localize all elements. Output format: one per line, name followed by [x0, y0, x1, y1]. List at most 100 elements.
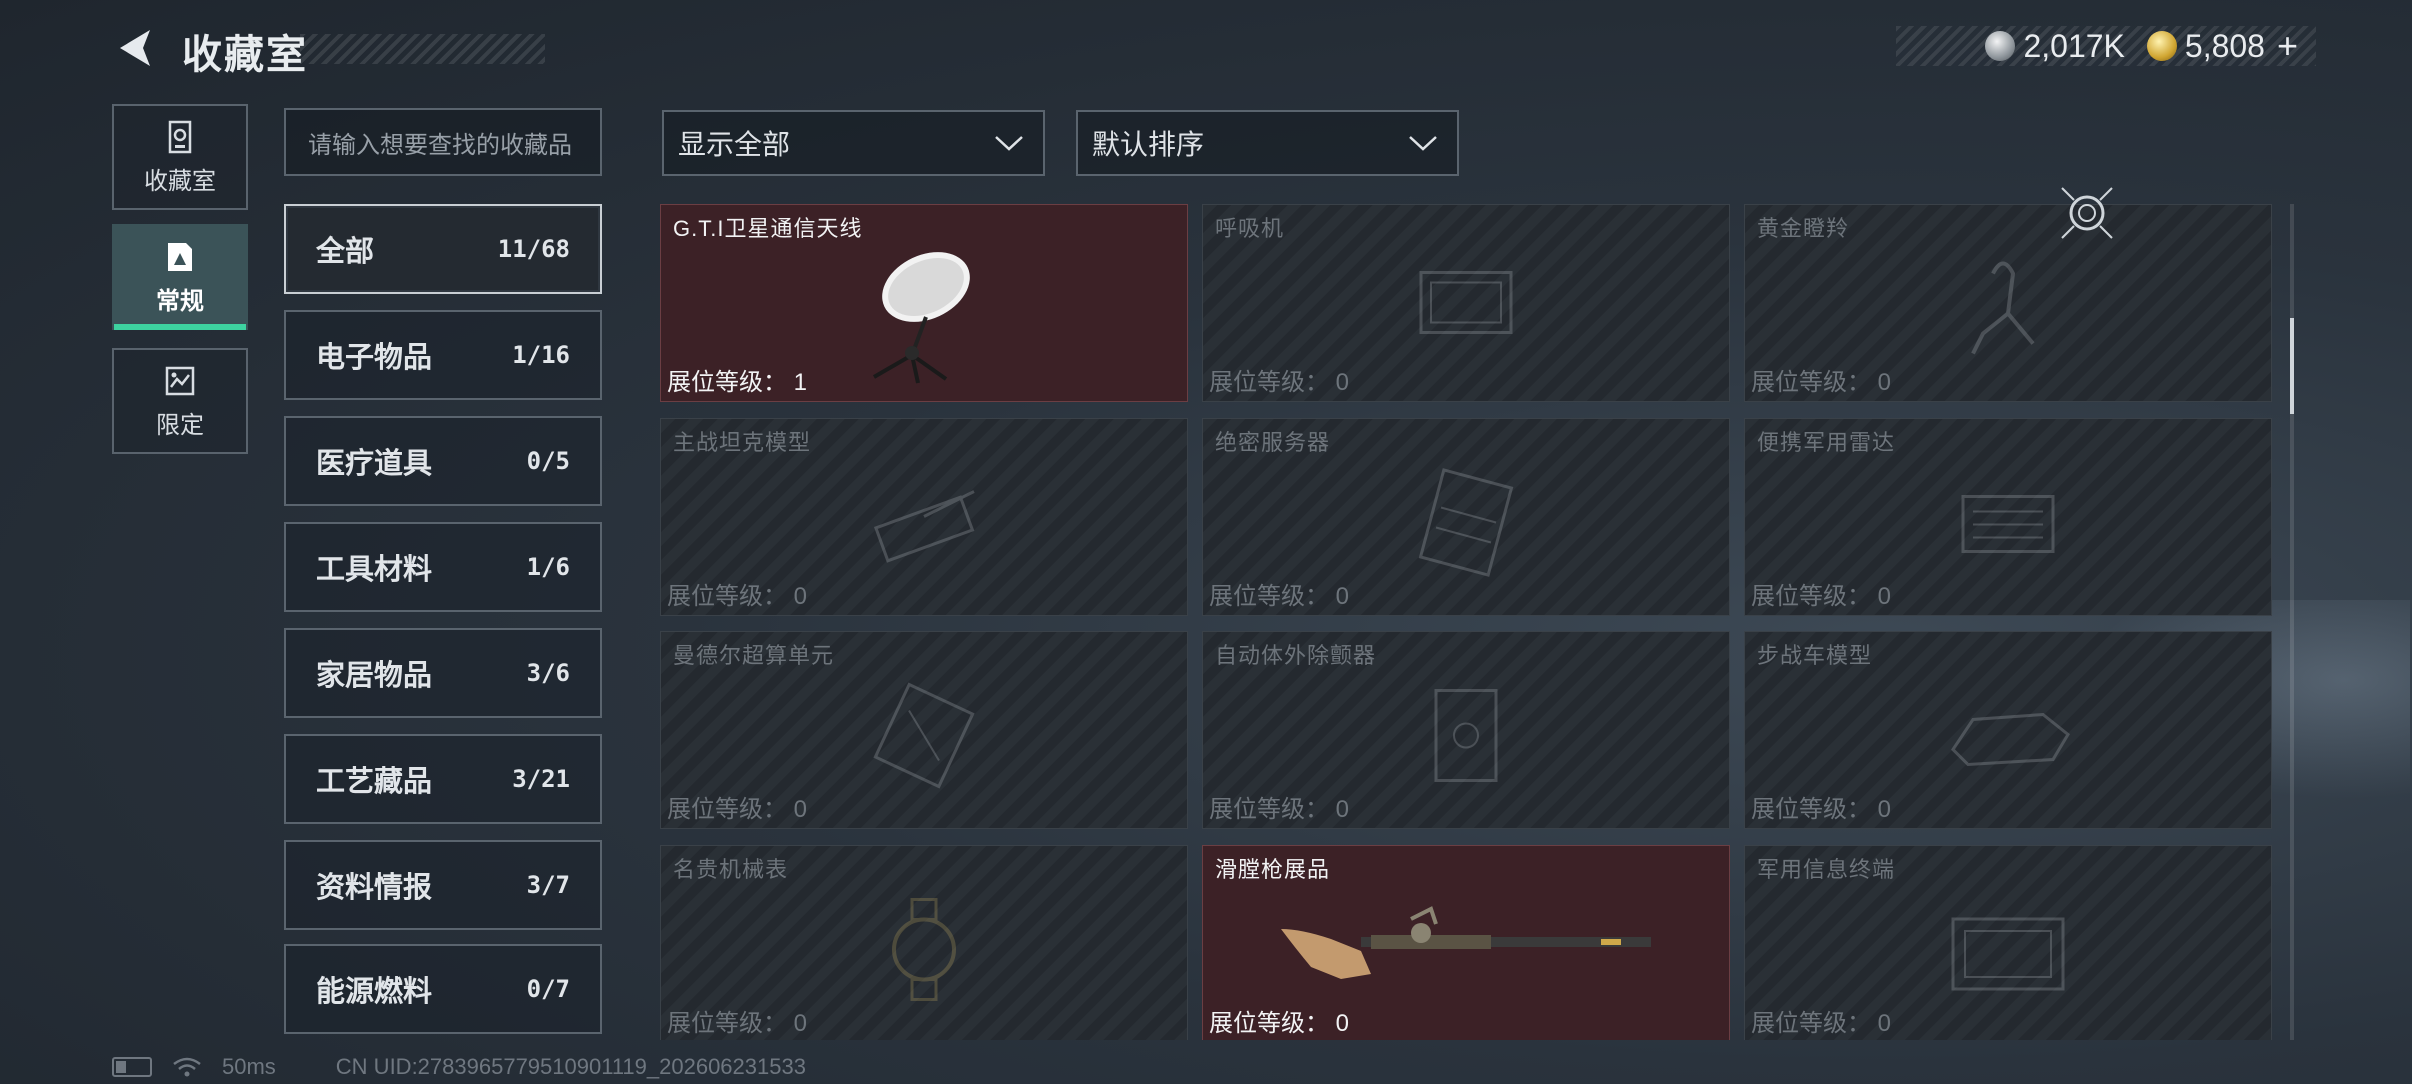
item-level: 展位等级： 0: [1751, 362, 1891, 397]
level-label: 展位等级：: [667, 796, 787, 823]
chevron-down-icon: [995, 136, 1023, 151]
category-energy[interactable]: 能源燃料 0/7: [284, 944, 602, 1034]
back-arrow-icon[interactable]: [110, 24, 158, 72]
ventilator-icon: [1419, 271, 1513, 334]
server-icon: [1418, 468, 1514, 577]
level-label: 展位等级：: [1751, 1010, 1871, 1037]
level-label: 展位等级：: [1751, 369, 1871, 396]
nav-vault-label: 收藏室: [144, 167, 216, 195]
item-card-mandel-supercomputer[interactable]: 曼德尔超算单元 展位等级： 0: [660, 631, 1188, 829]
category-medical[interactable]: 医疗道具 0/5: [284, 416, 602, 506]
nav-vault[interactable]: 收藏室: [112, 104, 248, 210]
level-value: 0: [1335, 583, 1350, 610]
user-uid: CN UID:2783965779510901119_202606231533: [335, 1054, 806, 1079]
item-card-musket-exhibit[interactable]: 滑膛枪展品 展位等级： 0: [1202, 845, 1730, 1040]
defibrillator-icon: [1434, 689, 1498, 782]
item-name: 名贵机械表: [673, 857, 789, 882]
category-count: 0/5: [526, 447, 570, 475]
category-count: 1/6: [526, 553, 570, 581]
chevron-down-icon: [1409, 136, 1437, 151]
terminal-case-icon: [1951, 917, 2065, 991]
item-level: 展位等级： 0: [1751, 576, 1891, 611]
item-level: 展位等级： 0: [667, 789, 807, 824]
item-card-military-terminal[interactable]: 军用信息终端 展位等级： 0: [1744, 845, 2272, 1040]
target-reticle-icon[interactable]: [2060, 186, 2114, 240]
item-name: 步战车模型: [1757, 643, 1873, 668]
category-tools[interactable]: 工具材料 1/6: [284, 522, 602, 612]
category-electronics[interactable]: 电子物品 1/16: [284, 310, 602, 400]
battery-icon: [112, 1057, 152, 1077]
nav-regular[interactable]: 常规: [112, 224, 248, 330]
level-value: 0: [1335, 369, 1350, 396]
item-card-tank-model[interactable]: 主战坦克模型 展位等级： 0: [660, 418, 1188, 616]
gold-currency: 5,808 +: [2146, 25, 2298, 67]
category-crafts[interactable]: 工艺藏品 3/21: [284, 734, 602, 824]
level-value: 1: [793, 369, 808, 396]
category-label: 家居物品: [316, 660, 433, 692]
item-card-ventilator[interactable]: 呼吸机 展位等级： 0: [1202, 204, 1730, 402]
item-level: 展位等级： 0: [1209, 789, 1349, 824]
level-value: 0: [1877, 796, 1892, 823]
item-card-satellite-antenna[interactable]: G.T.I卫星通信天线 展位等级： 1: [660, 204, 1188, 402]
gold-coin-icon: [2146, 31, 2177, 61]
musket-icon: [1281, 906, 1651, 979]
item-card-portable-radar[interactable]: 便携军用雷达 展位等级： 0: [1744, 418, 2272, 616]
category-label: 医疗道具: [316, 448, 433, 480]
tank-icon: [873, 490, 975, 563]
page-title: 收藏室: [182, 33, 308, 77]
satellite-dish-icon: [872, 252, 970, 384]
item-card-aed[interactable]: 自动体外除颤器 展位等级： 0: [1202, 631, 1730, 829]
armored-vehicle-icon: [1951, 712, 2070, 767]
category-label: 电子物品: [316, 342, 433, 374]
silver-currency: 2,017K: [1985, 28, 2125, 65]
category-label: 全部: [316, 236, 375, 268]
regular-collection-icon: [168, 242, 192, 271]
sort-dropdown[interactable]: 默认排序: [1076, 110, 1459, 176]
category-all[interactable]: 全部 11/68: [284, 204, 602, 294]
ping-value: 50ms: [222, 1054, 276, 1079]
level-value: 0: [793, 583, 808, 610]
item-name: 黄金瞪羚: [1757, 216, 1850, 241]
item-card-golden-gazelle[interactable]: 黄金瞪羚 展位等级： 0: [1744, 204, 2272, 402]
grid-scrollbar-thumb[interactable]: [2290, 318, 2294, 414]
nav-limited[interactable]: 限定: [112, 348, 248, 454]
display-filter-dropdown[interactable]: 显示全部: [662, 110, 1045, 176]
search-input[interactable]: 请输入想要查找的收藏品: [284, 108, 602, 176]
item-card-luxury-watch[interactable]: 名贵机械表 展位等级： 0: [660, 845, 1188, 1040]
title-stripe-decoration: [300, 34, 545, 64]
item-level: 展位等级： 0: [1209, 576, 1349, 611]
item-card-secret-server[interactable]: 绝密服务器 展位等级： 0: [1202, 418, 1730, 616]
item-name: 便携军用雷达: [1757, 430, 1896, 455]
item-level: 展位等级： 0: [1209, 1003, 1349, 1038]
level-value: 0: [793, 796, 808, 823]
level-label: 展位等级：: [1209, 796, 1329, 823]
item-name: 主战坦克模型: [673, 430, 812, 455]
level-value: 0: [793, 1010, 808, 1037]
item-name: 军用信息终端: [1757, 857, 1896, 882]
gazelle-icon: [1971, 261, 2035, 355]
item-card-ifv-model[interactable]: 步战车模型 展位等级： 0: [1744, 631, 2272, 829]
category-household[interactable]: 家居物品 3/6: [284, 628, 602, 718]
level-label: 展位等级：: [1751, 583, 1871, 610]
add-currency-button[interactable]: +: [2277, 25, 2298, 67]
item-level: 展位等级： 0: [667, 576, 807, 611]
level-label: 展位等级：: [667, 583, 787, 610]
category-label: 资料情报: [316, 872, 433, 904]
nav-regular-label: 常规: [156, 287, 204, 315]
level-value: 0: [1877, 1010, 1892, 1037]
circuit-board-icon: [873, 682, 975, 789]
item-name: G.T.I卫星通信天线: [673, 216, 863, 241]
category-label: 工具材料: [316, 554, 433, 586]
watch-icon: [892, 898, 956, 1001]
sort-value: 默认排序: [1092, 129, 1205, 160]
item-name: 绝密服务器: [1215, 430, 1331, 455]
category-intel[interactable]: 资料情报 3/7: [284, 840, 602, 930]
wifi-icon: [173, 1057, 201, 1077]
level-value: 0: [1335, 1010, 1350, 1037]
currency-bar: 2,017K 5,808 +: [1896, 25, 2316, 67]
category-count: 3/21: [512, 765, 570, 793]
category-count: 3/6: [526, 659, 570, 687]
category-label: 能源燃料: [316, 976, 433, 1008]
active-indicator: [114, 324, 246, 330]
radar-icon: [1961, 495, 2055, 553]
